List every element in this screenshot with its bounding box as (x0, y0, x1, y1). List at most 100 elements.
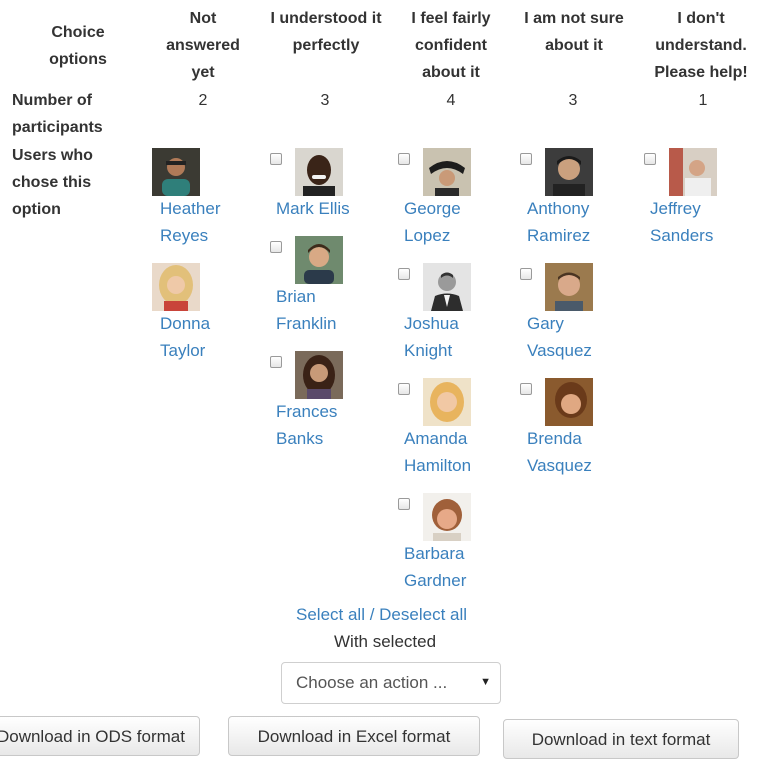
user-last-name[interactable]: Banks (276, 425, 337, 452)
user-first-name[interactable]: Mark Ellis (276, 195, 350, 222)
count-not-answered: 2 (198, 92, 208, 109)
header-line: Choice (51, 24, 105, 41)
user-first-name[interactable]: Jeffrey (650, 195, 713, 222)
download-excel-button[interactable]: Download in Excel format (228, 716, 480, 756)
avatar-amanda-hamilton[interactable] (423, 378, 471, 426)
user-first-name[interactable]: Joshua (404, 310, 459, 337)
user-link-donna-taylor[interactable]: Donna Taylor (160, 310, 210, 364)
download-text-button[interactable]: Download in text format (503, 719, 739, 759)
count-fairly-confident: 4 (446, 92, 456, 109)
download-excel-label: Download in Excel format (257, 727, 451, 746)
deselect-all-link[interactable]: Deselect all (379, 605, 467, 624)
header-choice-options: Choice options (20, 19, 136, 73)
header-line: about it (422, 64, 480, 81)
user-checkbox[interactable] (398, 268, 410, 280)
user-first-name[interactable]: George (404, 195, 461, 222)
select-all-link[interactable]: Select all (296, 605, 365, 624)
header-dont-understand: I don't understand. Please help! (640, 5, 762, 86)
header-line: about it (545, 37, 603, 54)
select-separator: / (364, 605, 380, 624)
avatar-brian-franklin[interactable] (295, 236, 343, 284)
user-first-name[interactable]: Gary (527, 310, 592, 337)
header-line: I feel fairly (411, 10, 491, 27)
header-line: I am not sure (524, 10, 624, 27)
user-last-name[interactable]: Hamilton (404, 452, 471, 479)
label-line: Number of (12, 92, 92, 109)
user-first-name[interactable]: Heather (160, 195, 220, 222)
user-checkbox[interactable] (520, 153, 532, 165)
header-line: yet (191, 64, 215, 81)
user-link-brenda-vasquez[interactable]: Brenda Vasquez (527, 425, 592, 479)
user-last-name[interactable]: Ramirez (527, 222, 590, 249)
avatar-george-lopez[interactable] (423, 148, 471, 196)
user-link-barbara-gardner[interactable]: Barbara Gardner (404, 540, 466, 594)
users-label: Users who chose this option (12, 142, 93, 223)
user-checkbox[interactable] (644, 153, 656, 165)
user-last-name[interactable]: Reyes (160, 222, 220, 249)
user-first-name[interactable]: Brenda (527, 425, 592, 452)
user-last-name[interactable]: Vasquez (527, 452, 592, 479)
user-checkbox[interactable] (520, 383, 532, 395)
user-checkbox[interactable] (398, 498, 410, 510)
download-ods-button[interactable]: Download in ODS format (0, 716, 200, 756)
avatar-anthony-ramirez[interactable] (545, 148, 593, 196)
header-understood: I understood it perfectly (258, 5, 394, 59)
header-fairly-confident: I feel fairly confident about it (394, 5, 508, 86)
user-checkbox[interactable] (270, 241, 282, 253)
user-first-name[interactable]: Donna (160, 310, 210, 337)
user-first-name[interactable]: Barbara (404, 540, 466, 567)
user-checkbox[interactable] (398, 153, 410, 165)
header-line: answered (166, 37, 240, 54)
user-first-name[interactable]: Anthony (527, 195, 590, 222)
user-checkbox[interactable] (398, 383, 410, 395)
user-last-name[interactable]: Lopez (404, 222, 461, 249)
label-line: Users who (12, 147, 93, 164)
header-line: Not (189, 10, 217, 27)
avatar-gary-vasquez[interactable] (545, 263, 593, 311)
user-link-joshua-knight[interactable]: Joshua Knight (404, 310, 459, 364)
user-checkbox[interactable] (520, 268, 532, 280)
user-last-name[interactable]: Knight (404, 337, 459, 364)
user-link-frances-banks[interactable]: Frances Banks (276, 398, 337, 452)
user-link-brian-franklin[interactable]: Brian Franklin (276, 283, 336, 337)
count-not-sure: 3 (568, 92, 578, 109)
avatar-joshua-knight[interactable] (423, 263, 471, 311)
avatar-barbara-gardner[interactable] (423, 493, 471, 541)
user-link-mark-ellis[interactable]: Mark Ellis (276, 195, 350, 222)
user-first-name[interactable]: Brian (276, 283, 336, 310)
avatar-frances-banks[interactable] (295, 351, 343, 399)
label-line: chose this (12, 174, 92, 191)
avatar-brenda-vasquez[interactable] (545, 378, 593, 426)
user-last-name[interactable]: Vasquez (527, 337, 592, 364)
user-link-amanda-hamilton[interactable]: Amanda Hamilton (404, 425, 471, 479)
header-line: I don't (677, 10, 725, 27)
user-first-name[interactable]: Frances (276, 398, 337, 425)
header-not-sure: I am not sure about it (508, 5, 640, 59)
user-link-jeffrey-sanders[interactable]: Jeffrey Sanders (650, 195, 713, 249)
action-select[interactable]: Choose an action ... ▼ (281, 662, 501, 704)
user-last-name[interactable]: Taylor (160, 337, 210, 364)
user-link-anthony-ramirez[interactable]: Anthony Ramirez (527, 195, 590, 249)
user-checkbox[interactable] (270, 153, 282, 165)
avatar-heather-reyes[interactable] (152, 148, 200, 196)
avatar-donna-taylor[interactable] (152, 263, 200, 311)
download-text-label: Download in text format (531, 730, 711, 749)
header-line: I understood it (270, 10, 382, 27)
header-not-answered: Not answered yet (148, 5, 258, 86)
avatar-mark-ellis[interactable] (295, 148, 343, 196)
user-link-heather-reyes[interactable]: Heather Reyes (160, 195, 220, 249)
user-checkbox[interactable] (270, 356, 282, 368)
user-last-name[interactable]: Sanders (650, 222, 713, 249)
count-dont-understand: 1 (698, 92, 708, 109)
header-line: understand. (655, 37, 747, 54)
user-link-george-lopez[interactable]: George Lopez (404, 195, 461, 249)
user-link-gary-vasquez[interactable]: Gary Vasquez (527, 310, 592, 364)
download-ods-label: Download in ODS format (0, 727, 185, 746)
label-line: option (12, 201, 61, 218)
user-last-name[interactable]: Gardner (404, 567, 466, 594)
label-line: participants (12, 119, 103, 136)
user-last-name[interactable]: Franklin (276, 310, 336, 337)
avatar-jeffrey-sanders[interactable] (669, 148, 717, 196)
with-selected-label: With selected (334, 632, 437, 651)
user-first-name[interactable]: Amanda (404, 425, 471, 452)
